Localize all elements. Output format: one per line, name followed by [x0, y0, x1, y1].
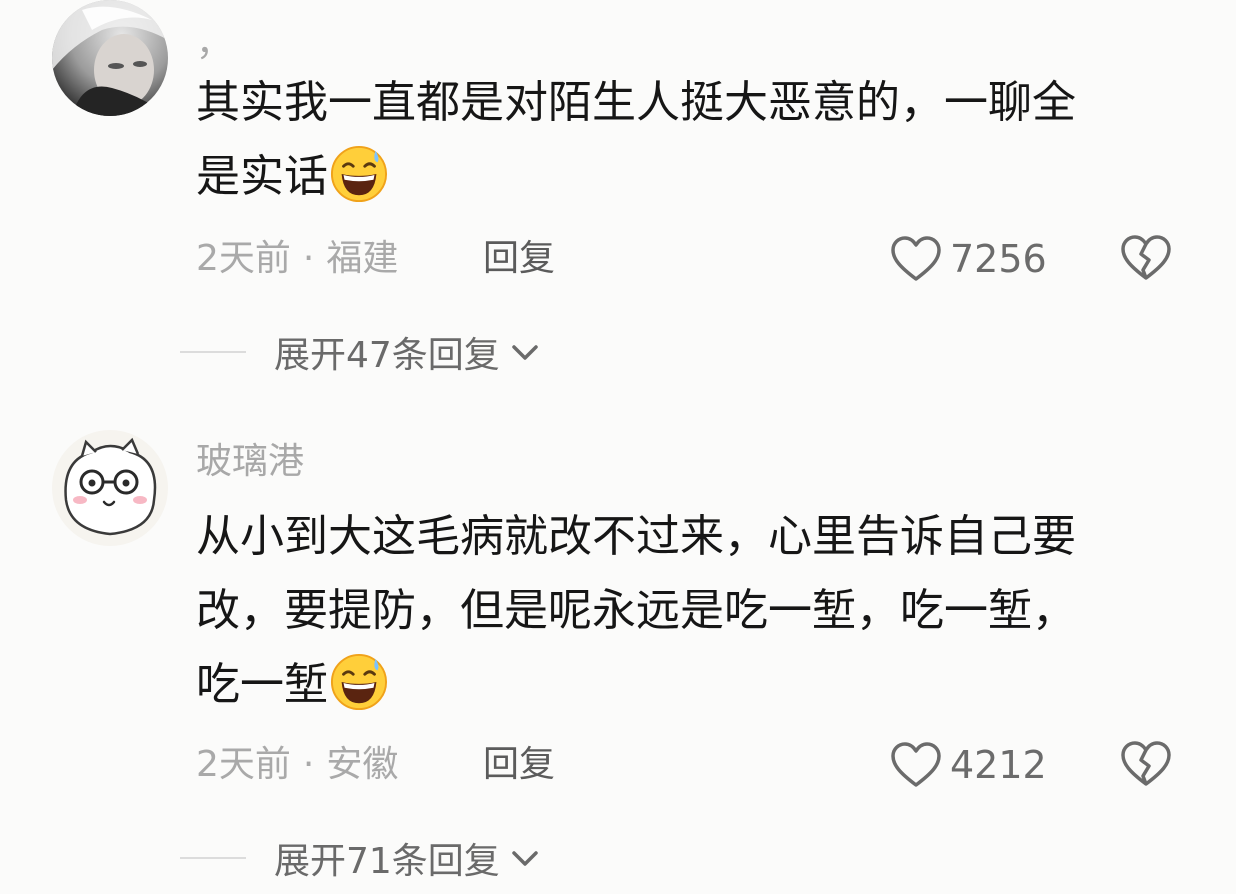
broken-heart-icon [1121, 235, 1171, 280]
grinning-sweat-emoji-icon [330, 653, 388, 711]
like-count: 4212 [950, 743, 1047, 787]
comment-text-line: 从小到大这毛病就改不过来，心里告诉自己要 [196, 511, 1076, 562]
chevron-down-icon [512, 345, 538, 360]
dislike-button[interactable] [1120, 234, 1172, 284]
comment-location: 福建 [326, 238, 399, 279]
comment-text: 其实我一直都是对陌生人挺大恶意的，一聊全 是实话 [196, 66, 1186, 214]
expand-replies-label: 展开47条回复 [274, 335, 500, 376]
comment-username[interactable]: ， [196, 24, 232, 64]
reply-button[interactable]: 回复 [483, 239, 555, 279]
expand-replies[interactable]: 展开47条回复 [180, 330, 542, 376]
comment-time: 2天前 [196, 238, 291, 279]
like-count: 7256 [950, 237, 1047, 281]
comment-item: 玻璃港 从小到大这毛病就改不过来，心里告诉自己要 改，要提防，但是呢永远是吃一堑… [0, 428, 1236, 894]
divider-line [180, 351, 246, 353]
broken-heart-icon [1121, 741, 1171, 786]
chevron-down-icon [512, 851, 538, 866]
avatar[interactable] [52, 0, 168, 116]
comment-text-line: 改，要提防，但是呢永远是吃一堑，吃一堑， [196, 585, 1076, 636]
avatar[interactable] [52, 430, 168, 546]
like-button[interactable]: 4212 [890, 740, 1047, 790]
heart-icon [891, 742, 941, 787]
comment-list: ， 其实我一直都是对陌生人挺大恶意的，一聊全 是实话 2天前 · 福建 回复 725… [0, 0, 1236, 894]
comment-location: 安徽 [326, 744, 399, 785]
reply-button[interactable]: 回复 [483, 745, 555, 785]
comment-meta: 2天前 · 安徽 [196, 745, 398, 785]
comment-time: 2天前 [196, 744, 291, 785]
comment-text-line: 吃一堑 [196, 659, 328, 710]
like-button[interactable]: 7256 [890, 234, 1047, 284]
expand-replies-label: 展开71条回复 [274, 841, 500, 882]
comment-text-line: 其实我一直都是对陌生人挺大恶意的，一聊全 [196, 77, 1076, 128]
grinning-sweat-emoji-icon [330, 145, 388, 203]
comment-text: 从小到大这毛病就改不过来，心里告诉自己要 改，要提防，但是呢永远是吃一堑，吃一堑… [196, 500, 1186, 722]
comment-meta: 2天前 · 福建 [196, 239, 398, 279]
comment-text-line: 是实话 [196, 151, 328, 202]
divider-line [180, 857, 246, 859]
dislike-button[interactable] [1120, 740, 1172, 790]
expand-replies[interactable]: 展开71条回复 [180, 836, 542, 882]
meta-separator: · [302, 744, 315, 785]
comment-username[interactable]: 玻璃港 [196, 442, 304, 482]
heart-icon [891, 236, 941, 281]
meta-separator: · [302, 238, 315, 279]
comment-item: ， 其实我一直都是对陌生人挺大恶意的，一聊全 是实话 2天前 · 福建 回复 725… [0, 0, 1236, 400]
